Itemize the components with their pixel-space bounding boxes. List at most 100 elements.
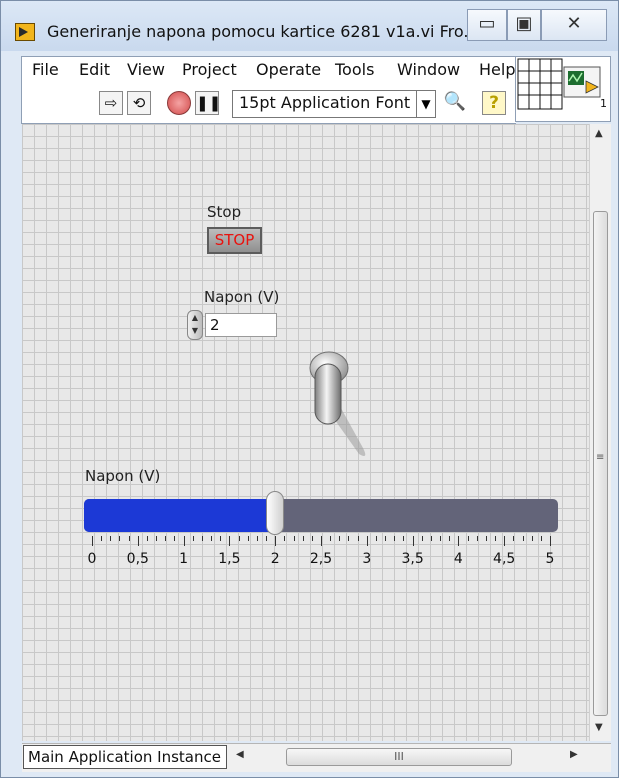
front-panel-canvas[interactable]: Stop STOP Napon (V) ▲ ▼ 2 Napon (V) 0 0,… [22, 124, 589, 741]
scroll-right-icon[interactable]: ▶ [570, 749, 578, 760]
scale-minor-tick [330, 536, 332, 541]
horizontal-slider[interactable] [84, 499, 558, 532]
scale-minor-tick [485, 536, 487, 541]
menu-view[interactable]: View [127, 60, 165, 79]
scroll-up-icon[interactable]: ▲ [595, 128, 603, 139]
scale-minor-tick [174, 536, 176, 541]
scale-major-tick [366, 536, 368, 546]
slider-knob[interactable] [266, 491, 285, 535]
scale-major-tick [550, 536, 551, 546]
scale-minor-tick [146, 536, 148, 541]
help-icon[interactable]: ? [482, 91, 506, 115]
scale-tick-label: 4,5 [493, 551, 516, 567]
increment-decrement-icon[interactable]: ▲ ▼ [187, 310, 203, 340]
labview-front-panel-window: Generiranje napona pomocu kartice 6281 v… [0, 0, 619, 778]
menu-bar: File Edit View Project Operate Tools Win… [21, 56, 516, 85]
abort-icon[interactable] [167, 91, 191, 115]
font-selector[interactable]: 15pt Application Font ▼ [232, 90, 436, 118]
menu-project[interactable]: Project [182, 60, 237, 79]
menu-tools[interactable]: Tools [335, 60, 374, 79]
scale-minor-tick [284, 536, 286, 541]
scale-tick-label: 1,5 [218, 551, 241, 567]
scale-minor-tick [385, 536, 387, 541]
scale-tick-label: 3 [362, 551, 372, 567]
title-bar[interactable]: Generiranje napona pomocu kartice 6281 v… [1, 1, 618, 51]
close-button[interactable]: ✕ [541, 9, 607, 41]
numeric-input[interactable]: 2 [205, 313, 277, 337]
stop-button[interactable]: STOP [207, 227, 262, 254]
toolbar: ⇨ ⟲ ❚❚ 15pt Application Font ▼ 🔍 ? [21, 85, 516, 124]
scale-minor-tick [311, 536, 313, 541]
scale-tick-label: 1 [179, 551, 189, 567]
scale-major-tick [229, 536, 231, 546]
minimize-button[interactable]: ▭ [467, 9, 507, 41]
window-title: Generiranje napona pomocu kartice 6281 v… [47, 22, 479, 41]
menu-file[interactable]: File [32, 60, 59, 79]
scale-minor-tick [430, 536, 432, 541]
scale-major-tick [504, 536, 506, 546]
scale-minor-tick [293, 536, 295, 541]
scale-minor-tick [119, 536, 121, 541]
scale-major-tick [137, 536, 139, 546]
menu-operate[interactable]: Operate [256, 60, 321, 79]
scale-minor-tick [247, 536, 249, 541]
scale-minor-tick [449, 536, 451, 541]
scale-minor-tick [101, 536, 103, 541]
scale-minor-tick [348, 536, 350, 541]
menu-help[interactable]: Help [479, 60, 515, 79]
numeric-control-label: Napon (V) [204, 288, 280, 306]
scale-major-tick [275, 536, 277, 546]
scale-tick-label: 4 [453, 551, 463, 567]
run-continuously-icon[interactable]: ⟲ [127, 91, 151, 115]
search-icon[interactable]: 🔍 [438, 91, 472, 115]
scale-tick-label: 2 [270, 551, 280, 567]
scale-major-tick [458, 536, 460, 546]
vertical-scroll-thumb[interactable]: ≡ [593, 211, 608, 716]
maximize-button[interactable]: ▣ [507, 9, 541, 41]
scale-minor-tick [440, 536, 442, 541]
grip-icon: ≡ [596, 452, 605, 463]
scale-major-tick [321, 536, 322, 546]
scale-minor-tick [531, 536, 533, 541]
scale-major-tick [183, 536, 185, 546]
scale-minor-tick [211, 536, 213, 541]
scale-minor-tick [302, 536, 304, 541]
scale-minor-tick [110, 536, 112, 541]
toggle-switch[interactable] [305, 350, 385, 460]
font-selector-value: 15pt Application Font [239, 93, 411, 112]
scale-minor-tick [522, 536, 524, 541]
scale-minor-tick [128, 536, 130, 541]
connector-pane-icon[interactable]: 1 [515, 56, 611, 122]
scale-minor-tick [375, 536, 377, 541]
scale-minor-tick [403, 536, 405, 541]
scale-minor-tick [476, 536, 478, 541]
scale-tick-label: 5 [545, 551, 555, 567]
scale-minor-tick [357, 536, 359, 541]
chevron-down-icon[interactable]: ▼ [416, 91, 435, 117]
scale-tick-label: 3,5 [401, 551, 424, 567]
stop-button-label: Stop [207, 203, 242, 221]
slider-label: Napon (V) [85, 467, 161, 485]
scale-minor-tick [165, 536, 167, 541]
scale-minor-tick [256, 536, 258, 541]
scale-minor-tick [513, 536, 515, 541]
scale-major-tick [412, 536, 414, 546]
vertical-scrollbar[interactable]: ▲ ≡ ▼ [589, 124, 611, 741]
menu-window[interactable]: Window [397, 60, 460, 79]
scroll-left-icon[interactable]: ◀ [236, 749, 244, 760]
scale-minor-tick [156, 536, 158, 541]
pause-icon[interactable]: ❚❚ [195, 91, 221, 115]
svg-text:1: 1 [600, 97, 607, 110]
scroll-down-icon[interactable]: ▼ [595, 722, 603, 733]
slider-fill [84, 499, 276, 532]
scale-minor-tick [540, 536, 542, 541]
menu-edit[interactable]: Edit [79, 60, 110, 79]
vi-icon: 1 [517, 58, 607, 110]
application-instance-label[interactable]: Main Application Instance [23, 745, 227, 769]
horizontal-scroll-thumb[interactable]: III [286, 748, 512, 766]
numeric-control: ▲ ▼ 2 [187, 310, 279, 340]
scale-minor-tick [220, 536, 222, 541]
scale-minor-tick [467, 536, 469, 541]
run-arrow-icon[interactable]: ⇨ [99, 91, 123, 115]
scale-minor-tick [421, 536, 423, 541]
